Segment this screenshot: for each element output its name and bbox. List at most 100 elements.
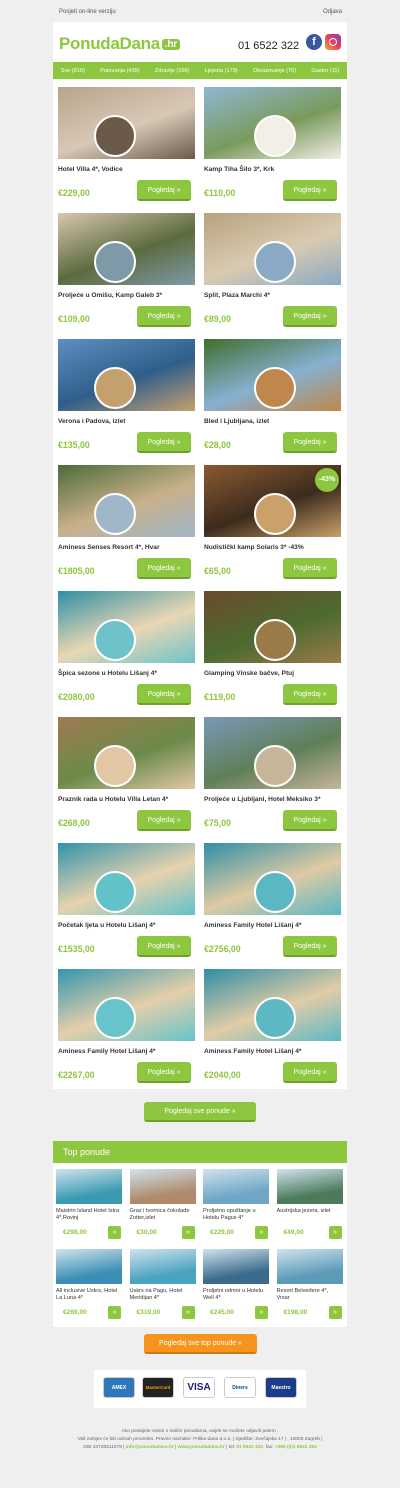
top-offer-card[interactable]: Resort Belvedere 4*, Vrsar €198,00 »	[274, 1243, 346, 1319]
offer-card[interactable]: Početak ljeta u Hotelu Lišanj 4* €1535,00…	[53, 835, 195, 957]
view-offer-button[interactable]: Pogledaj »	[137, 180, 191, 201]
phone-number[interactable]: 01 6522 322	[238, 40, 299, 52]
offer-title[interactable]: Aminess Family Hotel Lišanj 4*	[204, 922, 301, 929]
view-offer-button[interactable]: Pogledaj »	[283, 936, 337, 957]
offer-title[interactable]: Špica sezone u Hotelu Lišanj 4*	[58, 670, 157, 677]
view-offer-button[interactable]: Pogledaj »	[283, 180, 337, 201]
offer-title[interactable]: Glamping Vinske bačve, Ptuj	[204, 670, 294, 677]
footer-tel[interactable]: 01 6522 322	[236, 1445, 263, 1450]
view-offer-button[interactable]: Pogledaj »	[283, 810, 337, 831]
offer-title[interactable]: Hotel Villa 4*, Vodice	[58, 166, 123, 173]
top-offer-button[interactable]: »	[181, 1226, 195, 1239]
offer-card[interactable]: Aminess Senses Resort 4*, Hvar €1805,00 Po…	[53, 457, 195, 579]
offer-image[interactable]	[58, 87, 195, 159]
view-offer-button[interactable]: Pogledaj »	[137, 558, 191, 579]
top-offer-card[interactable]: Maistrin Island Hotel Istra 4*,Rovinj €29…	[53, 1163, 125, 1239]
offer-card[interactable]: Bled i Ljubljana, izlet €28,00 Pogledaj »	[199, 331, 341, 453]
offer-image[interactable]	[58, 339, 195, 411]
offer-title[interactable]: Aminess Family Hotel Lišanj 4*	[204, 1048, 301, 1055]
offer-image[interactable]	[204, 339, 341, 411]
top-offer-title[interactable]: Uskrs na Pagu, Hotel Meridijan 4*	[130, 1288, 196, 1302]
nav-item-health[interactable]: Zdravlje (166)	[155, 68, 190, 74]
top-offer-image[interactable]	[56, 1249, 122, 1284]
top-offer-image[interactable]	[203, 1169, 269, 1204]
top-offer-title[interactable]: Resort Belvedere 4*, Vrsar	[277, 1288, 343, 1302]
offer-image[interactable]	[204, 591, 341, 663]
top-offer-card[interactable]: Austrijska jezera, izlet €49,00 »	[274, 1163, 346, 1239]
see-all-top-offers-button[interactable]: Pogledaj sve top ponude »	[144, 1334, 257, 1354]
top-offer-title[interactable]: All inclusive Uskrs, Hotel La Luna 4*	[56, 1288, 122, 1302]
view-offer-button[interactable]: Pogledaj »	[283, 684, 337, 705]
top-offer-card[interactable]: Uskrs na Pagu, Hotel Meridijan 4* €319,00…	[127, 1243, 199, 1319]
top-offer-image[interactable]	[129, 1249, 196, 1284]
view-offer-button[interactable]: Pogledaj »	[283, 558, 337, 579]
offer-card[interactable]: Aminess Family Hotel Lišanj 4* €2040,00 Po…	[199, 961, 341, 1083]
offer-image[interactable]	[58, 717, 195, 789]
top-offer-card[interactable]: Proljetno opuštanje u Hotelu Pagus 4* €22…	[200, 1163, 272, 1239]
offer-image[interactable]: -43%	[204, 465, 341, 537]
offer-title[interactable]: Nudistički kamp Solaris 3* -43%	[204, 544, 304, 551]
offer-card[interactable]: -43% Nudistički kamp Solaris 3* -43% €65,0…	[199, 457, 341, 579]
offer-card[interactable]: Split, Plaza Marchi 4* €89,00 Pogledaj »	[199, 205, 341, 327]
offer-image[interactable]	[204, 87, 341, 159]
view-offer-button[interactable]: Pogledaj »	[283, 306, 337, 327]
top-offer-card[interactable]: Proljetni odmor u Hotelu Well 4* €245,00 »	[200, 1243, 272, 1319]
facebook-icon[interactable]: f	[306, 34, 322, 50]
top-offer-card[interactable]: Graz i tvornica čokolade Zotter,izlet €30…	[127, 1163, 199, 1239]
top-offer-image[interactable]	[56, 1169, 122, 1204]
offer-title[interactable]: Proljeće u Omišu, Kamp Galeb 3*	[58, 292, 162, 299]
top-offer-title[interactable]: Proljetni odmor u Hotelu Well 4*	[203, 1288, 269, 1302]
offer-title[interactable]: Kamp Tiha Šilo 3*, Krk	[204, 166, 274, 173]
offer-card[interactable]: Glamping Vinske bačve, Ptuj €119,00 Pogled…	[199, 583, 341, 705]
top-offer-image[interactable]	[276, 1249, 343, 1284]
view-offer-button[interactable]: Pogledaj »	[137, 684, 191, 705]
offer-title[interactable]: Bled i Ljubljana, izlet	[204, 418, 269, 425]
offer-image[interactable]	[58, 213, 195, 285]
offer-card[interactable]: Kamp Tiha Šilo 3*, Krk €110,00 Pogledaj »	[199, 79, 341, 201]
nav-item-travel[interactable]: Putovanja (439)	[100, 68, 140, 74]
footer-email-link[interactable]: info@ponudadana.hr	[126, 1445, 174, 1450]
offer-title[interactable]: Praznik rada u Hotelu Villa Letan 4*	[58, 796, 168, 803]
offer-image[interactable]	[58, 843, 195, 915]
top-offer-button[interactable]: »	[108, 1306, 121, 1319]
offer-title[interactable]: Aminess Family Hotel Lišanj 4*	[58, 1048, 155, 1055]
online-version-link[interactable]: Posjeti on-line verziju	[59, 9, 116, 15]
instagram-icon[interactable]	[325, 34, 341, 50]
top-offer-card[interactable]: All inclusive Uskrs, Hotel La Luna 4* €26…	[53, 1243, 125, 1319]
offer-card[interactable]: Proljeće u Omišu, Kamp Galeb 3* €109,00 Po…	[53, 205, 195, 327]
offer-card[interactable]: Hotel Villa 4*, Vodice €229,00 Pogledaj »	[53, 79, 195, 201]
view-offer-button[interactable]: Pogledaj »	[137, 432, 191, 453]
top-offer-button[interactable]: »	[328, 1306, 342, 1319]
offer-card[interactable]: Aminess Family Hotel Lišanj 4* €2267,00 Po…	[53, 961, 195, 1083]
top-offer-image[interactable]	[276, 1169, 343, 1204]
offer-image[interactable]	[204, 717, 341, 789]
top-offer-image[interactable]	[129, 1169, 196, 1204]
offer-title[interactable]: Početak ljeta u Hotelu Lišanj 4*	[58, 922, 155, 929]
offer-title[interactable]: Proljeće u Ljubljani, Hotel Meksiko 3*	[204, 796, 321, 803]
offer-image[interactable]	[58, 969, 195, 1041]
top-offer-button[interactable]: »	[108, 1226, 121, 1239]
view-offer-button[interactable]: Pogledaj »	[283, 1062, 337, 1083]
top-offer-title[interactable]: Austrijska jezera, izlet	[277, 1208, 343, 1215]
nav-item-beauty[interactable]: Ljepota (179)	[205, 68, 238, 74]
top-offer-title[interactable]: Graz i tvornica čokolade Zotter,izlet	[130, 1208, 196, 1222]
offer-image[interactable]	[204, 843, 341, 915]
top-offer-button[interactable]: »	[255, 1226, 268, 1239]
view-offer-button[interactable]: Pogledaj »	[137, 306, 191, 327]
nav-item-education[interactable]: Obrazovanje (70)	[253, 68, 296, 74]
view-offer-button[interactable]: Pogledaj »	[137, 936, 191, 957]
logo[interactable]: PonudaDana .hr	[59, 34, 180, 54]
top-offer-button[interactable]: »	[328, 1226, 342, 1239]
nav-item-all[interactable]: Sve (910)	[61, 68, 85, 74]
view-offer-button[interactable]: Pogledaj »	[137, 810, 191, 831]
offer-title[interactable]: Verona i Padova, izlet	[58, 418, 125, 425]
offer-title[interactable]: Aminess Senses Resort 4*, Hvar	[58, 544, 160, 551]
top-offer-image[interactable]	[203, 1249, 269, 1284]
top-offer-button[interactable]: »	[181, 1306, 195, 1319]
footer-site-link[interactable]: www.ponudadana.hr	[178, 1445, 225, 1450]
offer-image[interactable]	[204, 969, 341, 1041]
offer-card[interactable]: Proljeće u Ljubljani, Hotel Meksiko 3* €7…	[199, 709, 341, 831]
offer-image[interactable]	[58, 465, 195, 537]
offer-card[interactable]: Praznik rada u Hotelu Villa Letan 4* €268…	[53, 709, 195, 831]
unsubscribe-link[interactable]: Odjava	[323, 9, 342, 15]
